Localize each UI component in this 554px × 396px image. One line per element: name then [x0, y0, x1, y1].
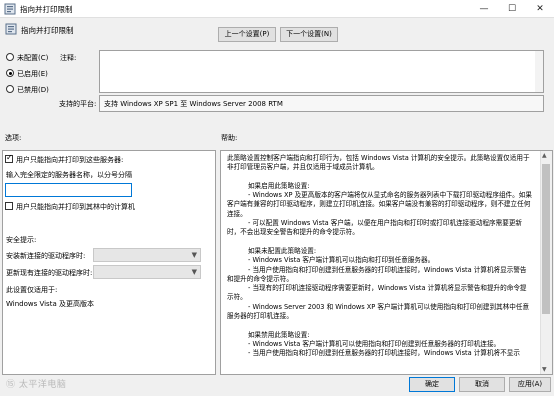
- comment-scrollbar[interactable]: [535, 51, 543, 92]
- supported-platforms-label: 支持的平台:: [59, 100, 97, 108]
- new-connection-dropdown[interactable]: ▼: [93, 248, 201, 262]
- radio-label: 已禁用(D): [17, 86, 49, 94]
- policy-settings-icon: [5, 23, 17, 35]
- security-prompt-label: 安全提示:: [6, 236, 37, 244]
- options-section-label: 选项:: [5, 134, 22, 142]
- ok-button[interactable]: 确定: [409, 377, 455, 392]
- minimize-button[interactable]: —: [470, 0, 498, 18]
- supported-platforms-value: 支持 Windows XP SP1 至 Windows Server 2008 …: [99, 95, 544, 112]
- applies-to-label: 此设置仅适用于:: [6, 286, 58, 294]
- checkbox-label: 用户只能指向并打印到这些服务器:: [16, 156, 124, 164]
- server-names-label: 输入完全限定的服务器名称，以分号分隔: [6, 171, 132, 179]
- comment-label: 注释:: [60, 54, 77, 62]
- radio-label: 未配置(C): [17, 54, 49, 62]
- radio-indicator: [6, 53, 14, 61]
- applies-to-value: Windows Vista 及更高版本: [6, 300, 94, 308]
- next-setting-button[interactable]: 下一个设置(N): [280, 27, 338, 42]
- radio-indicator: [6, 85, 14, 93]
- scroll-up-icon[interactable]: ▲: [542, 152, 547, 159]
- radio-disabled[interactable]: 已禁用(D): [6, 85, 49, 95]
- watermark-logo: ⑮ 太平洋电脑: [6, 380, 67, 390]
- only-trusted-servers-checkbox[interactable]: 用户只能指向并打印到这些服务器:: [5, 153, 124, 165]
- checkbox-label: 用户只能指向并打印到其林中的计算机: [16, 203, 135, 211]
- apply-button[interactable]: 应用(A): [509, 377, 551, 392]
- radio-not-configured[interactable]: 未配置(C): [6, 53, 48, 63]
- new-connection-label: 安装新连接的驱动程序时:: [6, 252, 86, 260]
- chevron-down-icon: ▼: [191, 251, 197, 259]
- window-title: 指向并打印限制: [20, 5, 73, 14]
- policy-settings-icon: [4, 3, 16, 15]
- radio-enabled[interactable]: 已启用(E): [6, 69, 48, 79]
- checkbox-indicator: [5, 153, 13, 163]
- scroll-down-icon[interactable]: ▼: [542, 366, 547, 373]
- close-button[interactable]: ✕: [526, 0, 554, 18]
- server-names-input[interactable]: [5, 183, 132, 197]
- previous-setting-button[interactable]: 上一个设置(P): [218, 27, 276, 42]
- maximize-button[interactable]: ☐: [498, 0, 526, 18]
- cancel-button[interactable]: 取消: [459, 377, 505, 392]
- help-section-label: 帮助:: [221, 134, 238, 142]
- radio-label: 已启用(E): [17, 70, 48, 78]
- chevron-down-icon: ▼: [191, 268, 197, 276]
- update-connection-dropdown[interactable]: ▼: [93, 265, 201, 279]
- update-connection-label: 更新现有连接的驱动程序时:: [6, 269, 93, 277]
- radio-indicator: [6, 69, 14, 77]
- checkbox-indicator: [5, 202, 13, 210]
- only-forest-servers-checkbox[interactable]: 用户只能指向并打印到其林中的计算机: [5, 202, 135, 212]
- comment-textarea[interactable]: [99, 50, 544, 93]
- help-scrollbar-thumb[interactable]: [542, 164, 550, 314]
- policy-title: 指向并打印限制: [21, 26, 74, 35]
- help-text: 此策略设置控制客户端指向和打印行为，包括 Windows Vista 计算机的安…: [227, 154, 532, 358]
